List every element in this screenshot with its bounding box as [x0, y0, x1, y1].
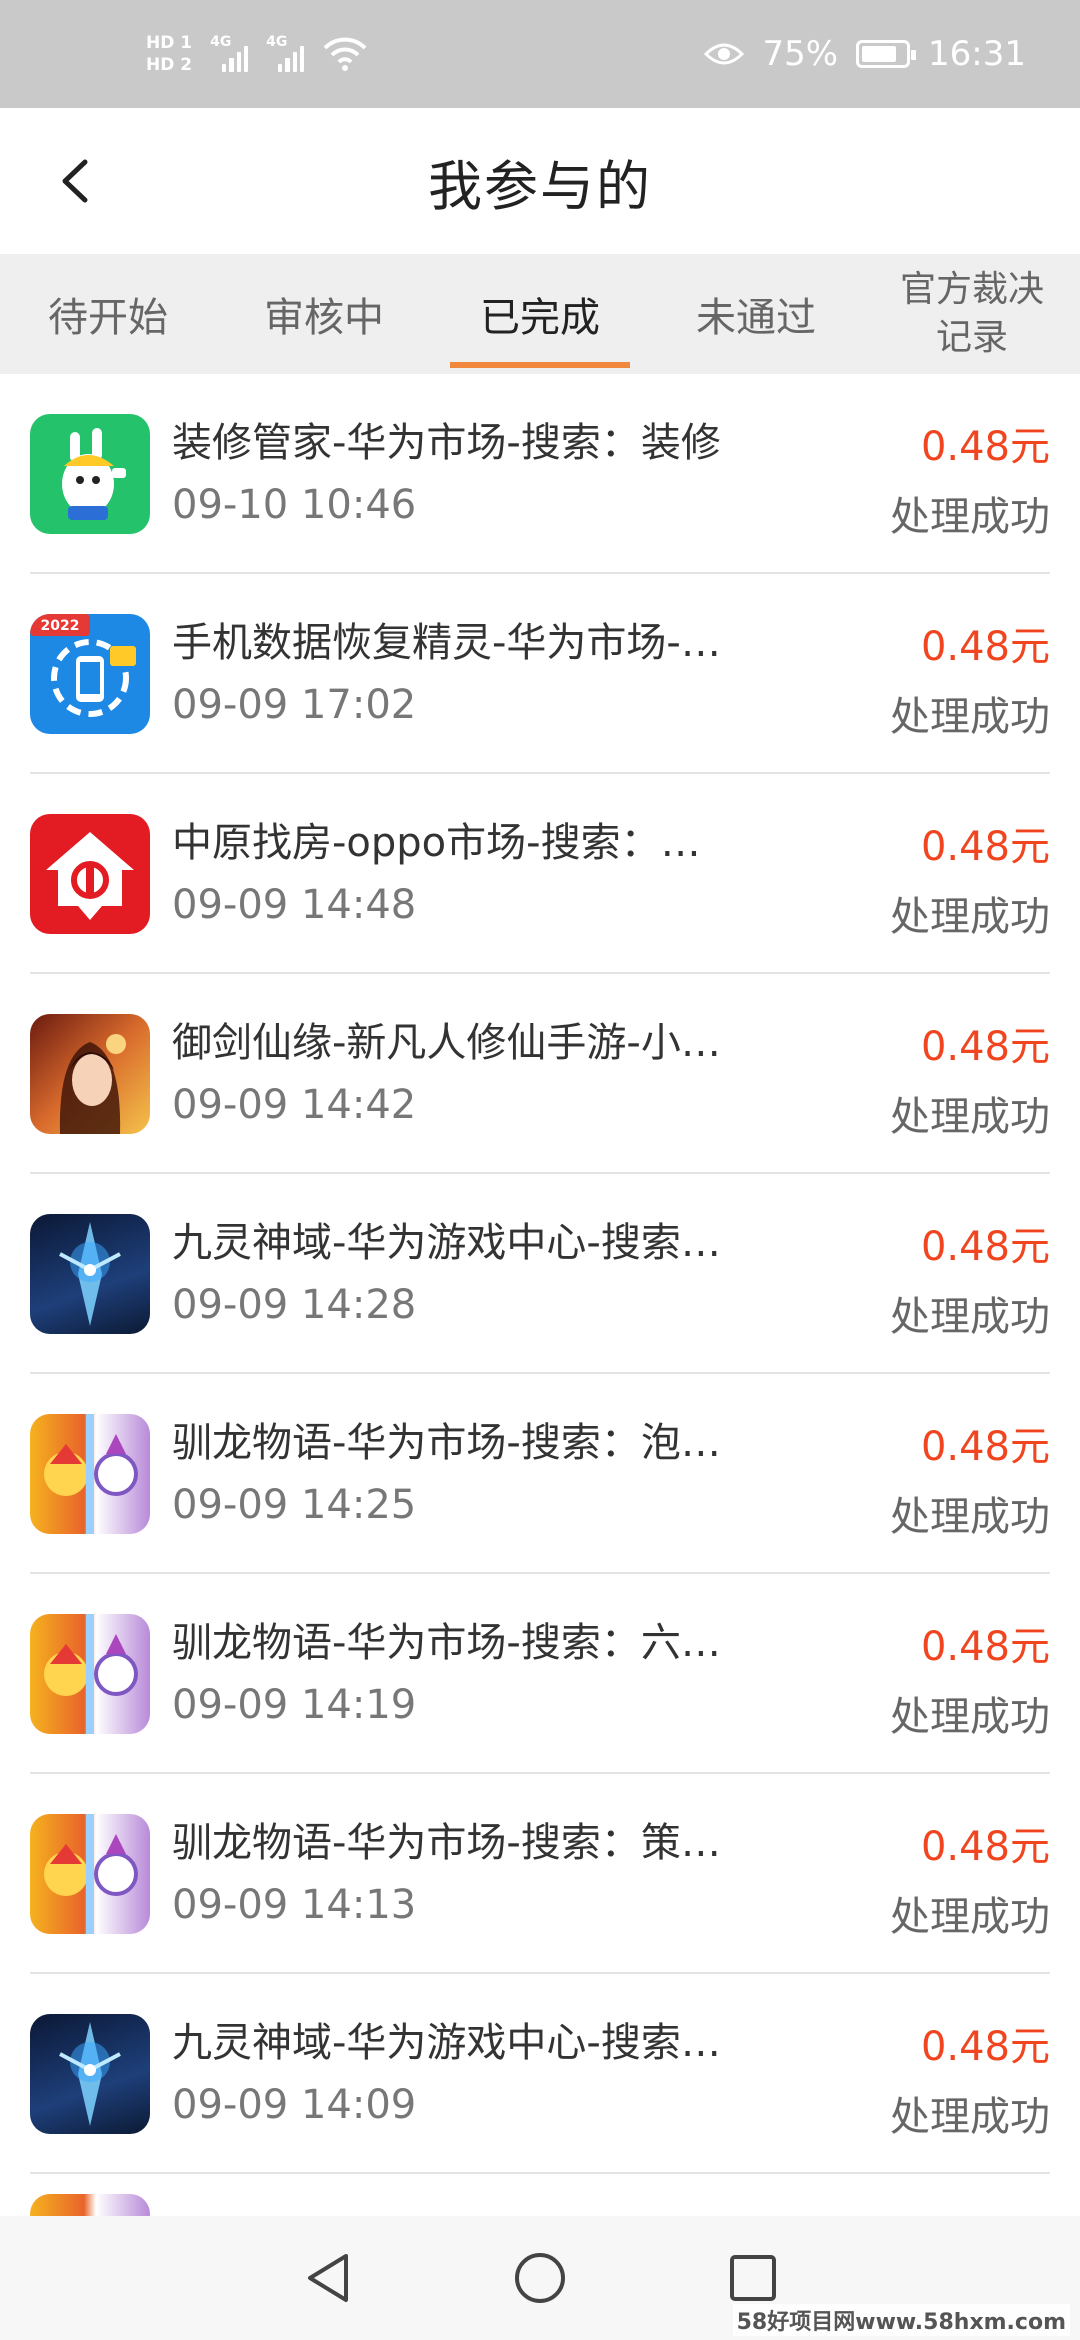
- nav-back-button[interactable]: [292, 2243, 362, 2313]
- item-time: 09-09 14:25: [172, 1482, 417, 1528]
- watermark: 58好项目网www.58hxm.com: [732, 2304, 1070, 2336]
- house-app-icon: [30, 814, 150, 934]
- tab-bar: 待开始 审核中 已完成 未通过 官方裁决记录: [0, 254, 1080, 374]
- tab-official-ruling-label: 官方裁决记录: [899, 269, 1044, 358]
- list-item[interactable]: 中原找房-oppo市场-搜索：… 09-09 14:48 0.48元 处理成功: [30, 774, 1050, 974]
- item-status: 处理成功: [890, 1694, 1050, 1740]
- tab-not-passed[interactable]: 未通过: [648, 254, 864, 374]
- item-amount: 0.48元: [920, 1224, 1050, 1270]
- battery-percent: 75%: [762, 34, 839, 74]
- item-title: 御剑仙缘-新凡人修仙手游-小…: [172, 1020, 721, 1066]
- item-status: 处理成功: [890, 2094, 1050, 2140]
- status-bar-left: HD 1 HD 2 4G 4G: [146, 34, 368, 74]
- hd-indicator: HD 1 HD 2: [146, 34, 192, 74]
- item-time: 09-09 14:09: [172, 2082, 417, 2128]
- xunlong-game-icon: [30, 1414, 150, 1534]
- hd1-label: HD 1: [146, 33, 193, 53]
- zhuangxiu-app-icon: [30, 414, 150, 534]
- item-time: 09-09 14:48: [172, 882, 417, 928]
- hd2-label: HD 2: [146, 55, 193, 75]
- yujian-game-icon: [30, 1014, 150, 1134]
- item-title: 九灵神域-华为游戏中心-搜索…: [172, 1220, 721, 1266]
- tab-pending-start[interactable]: 待开始: [0, 254, 216, 374]
- wifi-icon: [323, 37, 367, 71]
- item-status: 处理成功: [890, 894, 1050, 940]
- item-amount: 0.48元: [920, 624, 1050, 670]
- item-amount: 0.48元: [920, 424, 1050, 470]
- data-recovery-app-icon: 2022: [30, 614, 150, 734]
- item-title: 驯龙物语-华为市场-搜索：泡…: [172, 1420, 721, 1466]
- nav-recents-button[interactable]: [718, 2243, 788, 2313]
- list-item[interactable]: 驯龙物语-华为市场-搜索：泡… 09-09 14:25 0.48元 处理成功: [30, 1374, 1050, 1574]
- jiuling-game-icon: [30, 1214, 150, 1334]
- item-amount: 0.48元: [920, 1024, 1050, 1070]
- item-title: 驯龙物语-华为市场-搜索：策…: [172, 1820, 721, 1866]
- item-time: 09-09 14:19: [172, 1682, 417, 1728]
- signal-2-icon: 4G: [266, 34, 305, 72]
- list-item[interactable]: 装修管家-华为市场-搜索：装修 09-10 10:46 0.48元 处理成功: [30, 374, 1050, 574]
- network-type-2: 4G: [266, 34, 288, 50]
- item-status: 处理成功: [890, 1494, 1050, 1540]
- item-title: 中原找房-oppo市场-搜索：…: [172, 820, 701, 866]
- chevron-left-icon: [62, 159, 88, 203]
- item-status: 处理成功: [890, 694, 1050, 740]
- icon-badge: 2022: [41, 618, 80, 634]
- nav-home-button[interactable]: [505, 2243, 575, 2313]
- item-amount: 0.48元: [920, 2024, 1050, 2070]
- square-recents-icon: [730, 2255, 777, 2301]
- screen: HD 1 HD 2 4G 4G 75% 16:31 我参与的 待开始 审核中 已…: [0, 0, 1080, 2340]
- item-time: 09-10 10:46: [172, 482, 417, 528]
- page-title: 我参与的: [428, 154, 652, 218]
- item-amount: 0.48元: [920, 1624, 1050, 1670]
- list-item[interactable]: 九灵神域-华为游戏中心-搜索… 09-09 14:09 0.48元 处理成功: [30, 1974, 1050, 2174]
- tab-completed[interactable]: 已完成: [432, 254, 648, 374]
- item-amount: 0.48元: [920, 1424, 1050, 1470]
- item-amount: 0.48元: [920, 1824, 1050, 1870]
- list-item[interactable]: 御剑仙缘-新凡人修仙手游-小… 09-09 14:42 0.48元 处理成功: [30, 974, 1050, 1174]
- item-time: 09-09 14:13: [172, 1882, 417, 1928]
- item-status: 处理成功: [890, 494, 1050, 540]
- jiuling-game-icon: [30, 2014, 150, 2134]
- battery-icon: [856, 40, 917, 68]
- xunlong-game-icon: [30, 1814, 150, 1934]
- tab-official-ruling[interactable]: 官方裁决记录: [864, 254, 1080, 374]
- item-amount: 0.48元: [920, 824, 1050, 870]
- item-time: 09-09 14:28: [172, 1282, 417, 1328]
- item-status: 处理成功: [890, 1894, 1050, 1940]
- tab-under-review[interactable]: 审核中: [216, 254, 432, 374]
- list-item[interactable]: 2022 手机数据恢复精灵-华为市场-… 09-09 17:02 0.48元 处…: [30, 574, 1050, 774]
- task-list: 装修管家-华为市场-搜索：装修 09-10 10:46 0.48元 处理成功 2…: [0, 374, 1080, 2234]
- status-bar: HD 1 HD 2 4G 4G 75% 16:31: [0, 0, 1080, 108]
- item-status: 处理成功: [890, 1294, 1050, 1340]
- signal-1-icon: 4G: [210, 34, 249, 72]
- xunlong-game-icon: [30, 1614, 150, 1734]
- list-item[interactable]: 驯龙物语-华为市场-搜索：六… 09-09 14:19 0.48元 处理成功: [30, 1574, 1050, 1774]
- item-status: 处理成功: [890, 1094, 1050, 1140]
- item-title: 手机数据恢复精灵-华为市场-…: [172, 620, 721, 666]
- item-time: 09-09 14:42: [172, 1082, 417, 1128]
- back-button[interactable]: [40, 146, 110, 216]
- item-title: 驯龙物语-华为市场-搜索：六…: [172, 1620, 721, 1666]
- item-title: 九灵神域-华为游戏中心-搜索…: [172, 2020, 721, 2066]
- item-title: 装修管家-华为市场-搜索：装修: [172, 420, 721, 466]
- network-type-1: 4G: [210, 34, 232, 50]
- circle-home-icon: [514, 2253, 565, 2303]
- list-item[interactable]: 九灵神域-华为游戏中心-搜索… 09-09 14:28 0.48元 处理成功: [30, 1174, 1050, 1374]
- item-time: 09-09 17:02: [172, 682, 417, 728]
- app-header: 我参与的: [0, 108, 1080, 254]
- list-item[interactable]: 驯龙物语-华为市场-搜索：策… 09-09 14:13 0.48元 处理成功: [30, 1774, 1050, 1974]
- triangle-back-icon: [307, 2254, 348, 2302]
- clock: 16:31: [928, 34, 1026, 74]
- status-bar-right: 75% 16:31: [704, 34, 1026, 74]
- eye-icon: [704, 43, 745, 65]
